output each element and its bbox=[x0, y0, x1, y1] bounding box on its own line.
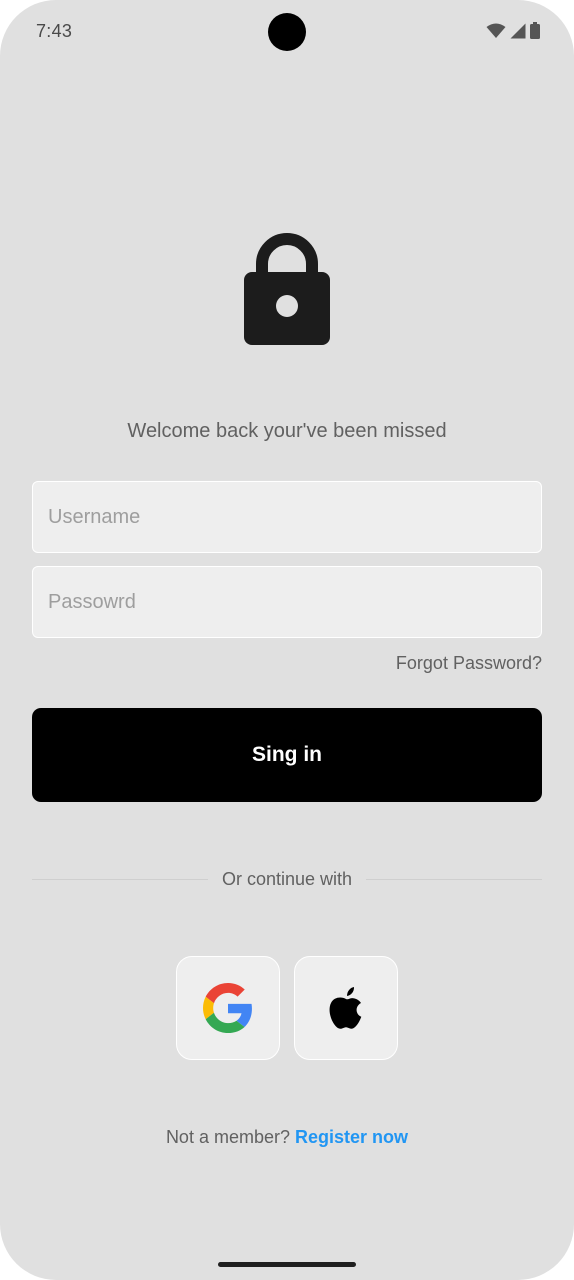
divider-line-right bbox=[366, 878, 542, 880]
status-icons bbox=[486, 22, 540, 39]
google-icon bbox=[203, 983, 252, 1033]
divider-label: Or continue with bbox=[221, 868, 353, 889]
register-prompt: Not a member? Register now bbox=[0, 1127, 574, 1148]
lock-icon bbox=[244, 233, 330, 345]
sign-in-button[interactable]: Sing in bbox=[32, 708, 542, 802]
welcome-message: Welcome back your've been missed bbox=[127, 420, 447, 442]
camera-cutout bbox=[268, 13, 306, 51]
apple-sign-in-button[interactable] bbox=[294, 956, 398, 1060]
password-input[interactable] bbox=[32, 566, 542, 638]
forgot-password-link[interactable]: Forgot Password? bbox=[396, 653, 542, 674]
signal-icon bbox=[510, 23, 526, 38]
status-time: 7:43 bbox=[36, 21, 73, 41]
login-screen: 7:43 Welcome back your've been missed Fo… bbox=[0, 0, 574, 1280]
status-bar: 7:43 bbox=[0, 0, 574, 64]
divider-line-left bbox=[32, 878, 208, 880]
continue-divider: Or continue with bbox=[32, 868, 542, 890]
wifi-icon bbox=[486, 23, 506, 38]
home-indicator[interactable] bbox=[218, 1262, 356, 1267]
register-now-link[interactable]: Register now bbox=[295, 1127, 408, 1147]
google-sign-in-button[interactable] bbox=[176, 956, 280, 1060]
not-member-text: Not a member? bbox=[165, 1127, 290, 1147]
apple-icon bbox=[329, 987, 362, 1029]
battery-icon bbox=[530, 22, 540, 39]
username-input[interactable] bbox=[32, 481, 542, 553]
